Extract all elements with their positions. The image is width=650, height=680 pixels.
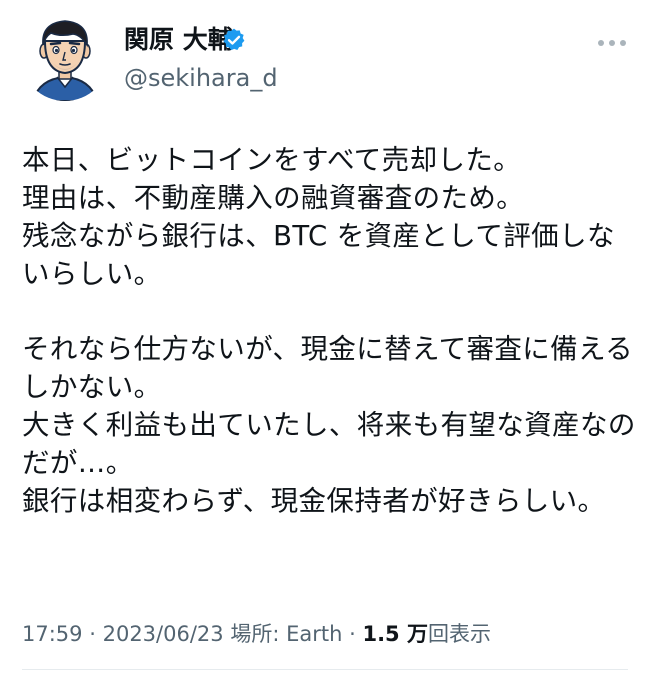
more-horizontal-icon[interactable] xyxy=(596,37,628,49)
tweet-text-line: 大きく利益も出ていたし、将来も有望な資産なの xyxy=(22,409,636,441)
tweet-text-line: 残念ながら銀行は、BTC を資産として評価しな xyxy=(22,220,615,252)
avatar-illustration xyxy=(21,13,109,101)
tweet-text-line: 本日、ビットコインをすべて売却した。 xyxy=(22,144,522,176)
tweet-text-line: 理由は、不動産購入の融資審査のため。 xyxy=(22,182,525,214)
avatar[interactable] xyxy=(21,13,109,101)
meta-separator: · xyxy=(349,622,356,646)
menu-dot xyxy=(620,40,626,46)
views-label[interactable]: 回表示 xyxy=(428,622,491,646)
tweet-text-line: それなら仕方ないが、現金に替えて審査に備える xyxy=(22,333,634,365)
tweet-location: 場所: Earth xyxy=(230,622,343,646)
meta-separator: · xyxy=(89,622,96,646)
tweet-metadata: 17:59 · 2023/06/23 場所: Earth · 1.5 万回表示 xyxy=(22,619,491,649)
views-count[interactable]: 1.5 万 xyxy=(362,622,428,646)
tweet-time[interactable]: 17:59 xyxy=(22,622,83,646)
author-handle[interactable]: @sekihara_d xyxy=(124,63,278,93)
tweet-date[interactable]: 2023/06/23 xyxy=(103,622,224,646)
tweet-text: 本日、ビットコインをすべて売却した。 理由は、不動産購入の融資審査のため。 残念… xyxy=(22,141,636,520)
divider xyxy=(22,669,628,670)
tweet-text-line: いらしい。 xyxy=(22,258,162,290)
author-display-name[interactable]: 関原 大輔 xyxy=(124,24,233,56)
menu-dot xyxy=(598,40,604,46)
tweet-text-line: しかない。 xyxy=(22,371,162,403)
verified-badge-icon xyxy=(223,28,245,51)
tweet-text-line: 銀行は相変わらず、現金保持者が好きらしい。 xyxy=(22,485,606,517)
menu-dot xyxy=(609,40,615,46)
tweet-text-line: だが…。 xyxy=(22,447,134,479)
